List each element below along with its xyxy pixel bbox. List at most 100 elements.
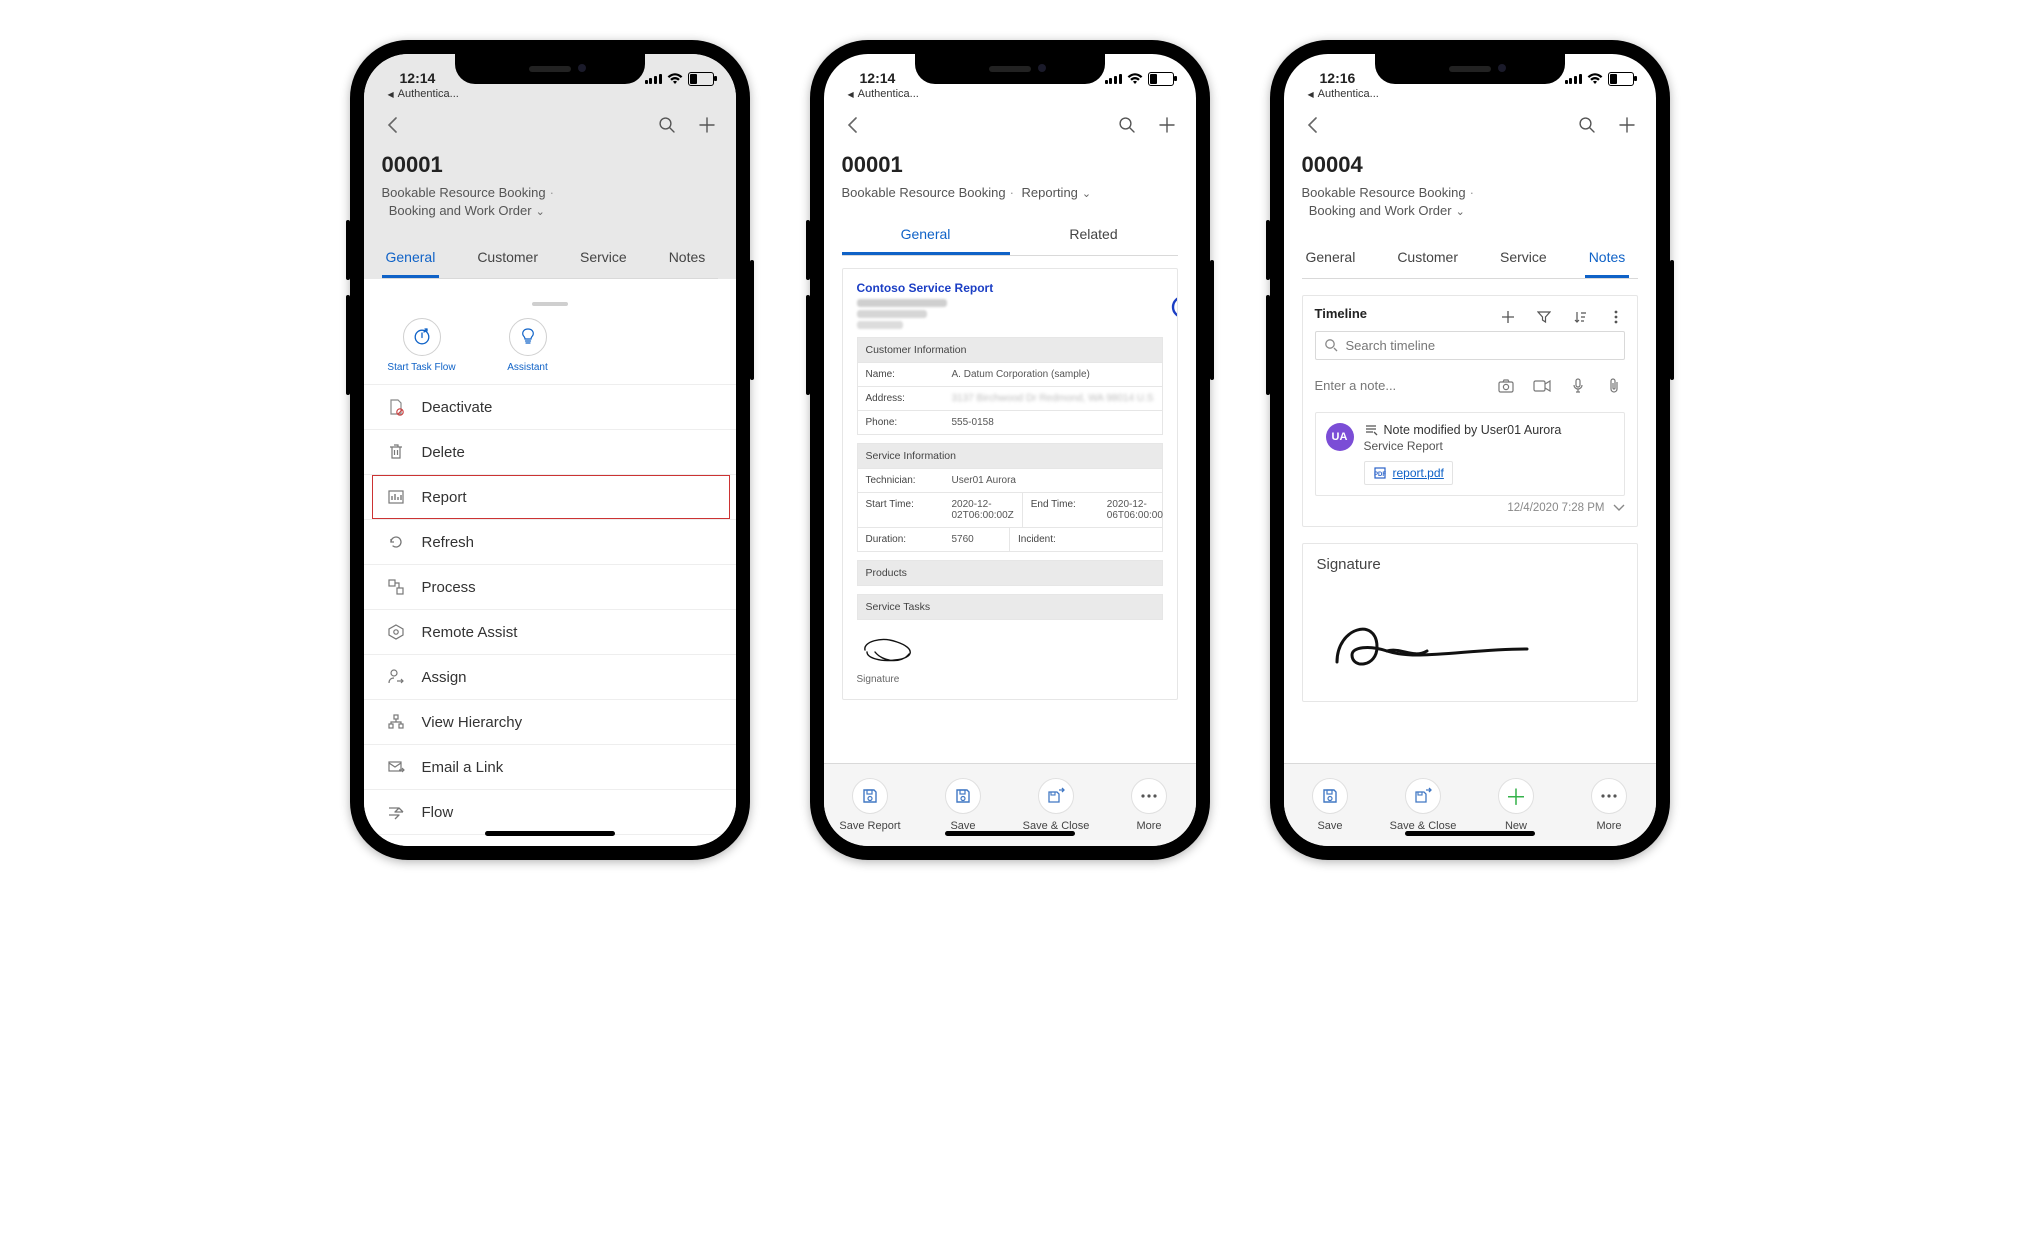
back-to-app[interactable]: Authentica... xyxy=(364,88,736,104)
signature-card[interactable]: Signature xyxy=(1302,543,1638,702)
search-icon[interactable] xyxy=(1116,114,1138,136)
report-title: Contoso Service Report xyxy=(857,281,1163,295)
section-customer: Customer Information xyxy=(857,337,1163,362)
camera-icon[interactable] xyxy=(1495,375,1517,397)
deactivate-icon xyxy=(386,397,406,417)
timeline-card: Timeline Search timeline Enter a note... xyxy=(1302,295,1638,527)
tab-customer[interactable]: Customer xyxy=(473,239,542,278)
row-technician: Technician:User01 Aurora xyxy=(857,468,1163,493)
cmd-more[interactable]: More xyxy=(1115,778,1183,832)
form-switcher[interactable]: Booking and Work Order⌄ xyxy=(382,203,545,218)
flow-icon xyxy=(386,802,406,822)
tab-service[interactable]: Service xyxy=(576,239,631,278)
tab-general[interactable]: General xyxy=(842,216,1010,255)
menu-view-hierarchy[interactable]: View Hierarchy xyxy=(364,699,736,744)
menu-deactivate[interactable]: Deactivate xyxy=(364,384,736,429)
screen-1: 12:14 Authentica... xyxy=(364,54,736,846)
menu-list: Deactivate Delete Report Refresh xyxy=(364,384,736,846)
add-icon[interactable] xyxy=(1156,114,1178,136)
tab-service[interactable]: Service xyxy=(1496,239,1551,278)
timeline-timestamp: 12/4/2020 7:28 PM xyxy=(1315,502,1625,514)
qa-start-task-flow[interactable]: Start Task Flow xyxy=(386,318,458,374)
phone-3: 12:16 Authentica... 00004 Bookable Resou… xyxy=(1270,40,1670,860)
phone-1: 12:14 Authentica... xyxy=(350,40,750,860)
search-icon[interactable] xyxy=(1576,114,1598,136)
form-switcher[interactable]: Reporting⌄ xyxy=(1022,185,1092,200)
report-preview[interactable]: Contoso Service Report Customer Informat… xyxy=(842,268,1178,700)
timeline-more-icon[interactable] xyxy=(1605,306,1627,328)
avatar: UA xyxy=(1326,423,1354,451)
timeline-add-icon[interactable] xyxy=(1497,306,1519,328)
refresh-icon xyxy=(386,532,406,552)
report-icon xyxy=(386,487,406,507)
timeline-item[interactable]: UA Note modified by User01 Aurora Servic… xyxy=(1315,412,1625,496)
tab-customer[interactable]: Customer xyxy=(1393,239,1462,278)
menu-report[interactable]: Report xyxy=(364,474,736,519)
record-title: 00001 xyxy=(382,152,718,178)
back-button[interactable] xyxy=(842,114,864,136)
timeline-search[interactable]: Search timeline xyxy=(1315,331,1625,360)
home-indicator[interactable] xyxy=(485,831,615,836)
form-switcher[interactable]: Booking and Work Order⌄ xyxy=(1302,203,1465,218)
tab-related[interactable]: Related xyxy=(1010,216,1178,255)
video-icon[interactable] xyxy=(1531,375,1553,397)
home-indicator[interactable] xyxy=(945,831,1075,836)
email-link-icon xyxy=(386,757,406,777)
row-address: Address:3137 Birchwood Dr Redmond, WA 98… xyxy=(857,387,1163,411)
back-button[interactable] xyxy=(1302,114,1324,136)
cmd-save[interactable]: Save xyxy=(929,778,997,832)
tab-bar: General Related xyxy=(842,216,1178,256)
clock: 12:14 xyxy=(860,70,896,86)
row-duration: Duration:5760 Incident: xyxy=(857,528,1163,552)
back-button[interactable] xyxy=(382,114,404,136)
clock: 12:16 xyxy=(1320,70,1356,86)
section-tasks: Service Tasks xyxy=(857,594,1163,620)
attach-icon[interactable] xyxy=(1603,375,1625,397)
tab-general[interactable]: General xyxy=(382,239,440,278)
menu-delete[interactable]: Delete xyxy=(364,429,736,474)
tab-notes[interactable]: Notes xyxy=(1585,239,1630,278)
back-to-app[interactable]: Authentica... xyxy=(1284,88,1656,104)
menu-process[interactable]: Process xyxy=(364,564,736,609)
back-to-app[interactable]: Authentica... xyxy=(824,88,1196,104)
trash-icon xyxy=(386,442,406,462)
timeline-filter-icon[interactable] xyxy=(1533,306,1555,328)
command-sheet: Start Task Flow Assistant Deactivate Del… xyxy=(364,294,736,846)
signature-heading: Signature xyxy=(1317,556,1623,573)
home-indicator[interactable] xyxy=(1405,831,1535,836)
menu-assign[interactable]: Assign xyxy=(364,654,736,699)
hierarchy-icon xyxy=(386,712,406,732)
menu-email-a-link[interactable]: Email a Link xyxy=(364,744,736,789)
attachment[interactable]: PDF report.pdf xyxy=(1364,461,1453,485)
menu-remote-assist[interactable]: Remote Assist xyxy=(364,609,736,654)
add-icon[interactable] xyxy=(1616,114,1638,136)
tab-general[interactable]: General xyxy=(1302,239,1360,278)
section-products: Products xyxy=(857,560,1163,586)
note-input[interactable]: Enter a note... xyxy=(1315,378,1397,393)
add-icon[interactable] xyxy=(696,114,718,136)
timeline-sort-icon[interactable] xyxy=(1569,306,1591,328)
row-phone: Phone:555-0158 xyxy=(857,411,1163,435)
cellular-icon xyxy=(1565,74,1582,84)
menu-flow[interactable]: Flow xyxy=(364,789,736,834)
expand-icon[interactable] xyxy=(1613,504,1625,512)
cmd-save-report[interactable]: Save Report xyxy=(836,778,904,832)
search-icon[interactable] xyxy=(656,114,678,136)
report-signature: Signature xyxy=(857,630,1163,685)
qa-assistant[interactable]: Assistant xyxy=(492,318,564,374)
cmd-save[interactable]: Save xyxy=(1296,778,1364,832)
sheet-handle[interactable] xyxy=(532,302,568,306)
mic-icon[interactable] xyxy=(1567,375,1589,397)
wifi-icon xyxy=(1587,73,1603,85)
screen-3: 12:16 Authentica... 00004 Bookable Resou… xyxy=(1284,54,1656,846)
record-title: 00004 xyxy=(1302,152,1638,178)
cellular-icon xyxy=(645,74,662,84)
cmd-new[interactable]: ＋ New xyxy=(1482,778,1550,832)
menu-refresh[interactable]: Refresh xyxy=(364,519,736,564)
cmd-save-close[interactable]: Save & Close xyxy=(1389,778,1457,832)
tab-notes[interactable]: Notes xyxy=(665,239,710,278)
svg-text:PDF: PDF xyxy=(1374,472,1386,478)
record-subheader: Bookable Resource Booking· Booking and W… xyxy=(382,184,718,221)
cmd-more[interactable]: More xyxy=(1575,778,1643,832)
cmd-save-close[interactable]: Save & Close xyxy=(1022,778,1090,832)
